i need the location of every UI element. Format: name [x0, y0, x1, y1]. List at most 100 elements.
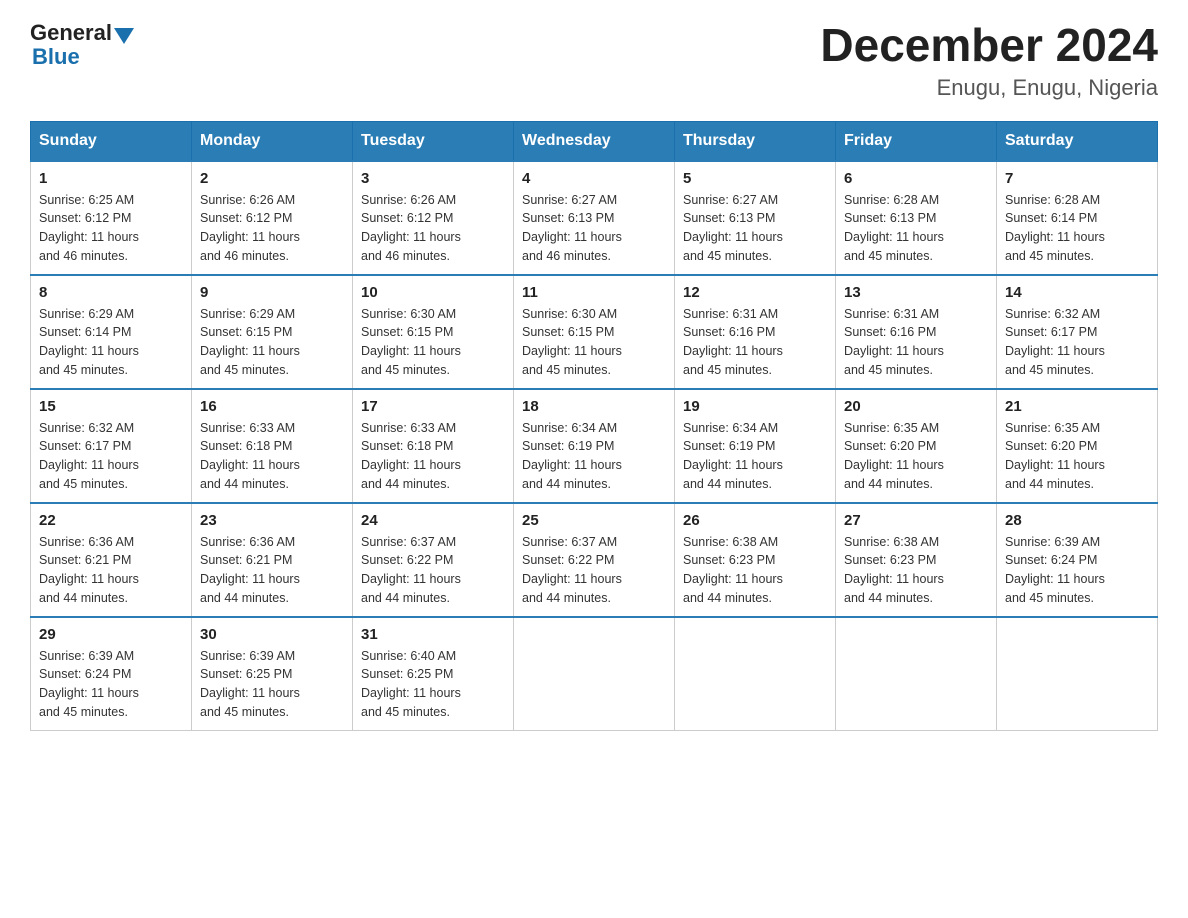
calendar-week-row: 8 Sunrise: 6:29 AM Sunset: 6:14 PM Dayli…	[31, 275, 1158, 389]
calendar-cell: 3 Sunrise: 6:26 AM Sunset: 6:12 PM Dayli…	[353, 161, 514, 275]
day-info: Sunrise: 6:29 AM Sunset: 6:15 PM Dayligh…	[200, 305, 344, 380]
calendar-cell	[997, 617, 1158, 731]
calendar-cell: 27 Sunrise: 6:38 AM Sunset: 6:23 PM Dayl…	[836, 503, 997, 617]
calendar-cell: 2 Sunrise: 6:26 AM Sunset: 6:12 PM Dayli…	[192, 161, 353, 275]
day-info: Sunrise: 6:37 AM Sunset: 6:22 PM Dayligh…	[361, 533, 505, 608]
col-header-monday: Monday	[192, 121, 353, 161]
day-number: 12	[683, 284, 827, 301]
calendar-cell: 16 Sunrise: 6:33 AM Sunset: 6:18 PM Dayl…	[192, 389, 353, 503]
calendar-cell: 24 Sunrise: 6:37 AM Sunset: 6:22 PM Dayl…	[353, 503, 514, 617]
col-header-tuesday: Tuesday	[353, 121, 514, 161]
calendar-cell	[836, 617, 997, 731]
day-info: Sunrise: 6:30 AM Sunset: 6:15 PM Dayligh…	[361, 305, 505, 380]
calendar-cell: 9 Sunrise: 6:29 AM Sunset: 6:15 PM Dayli…	[192, 275, 353, 389]
calendar-cell: 15 Sunrise: 6:32 AM Sunset: 6:17 PM Dayl…	[31, 389, 192, 503]
calendar-cell: 22 Sunrise: 6:36 AM Sunset: 6:21 PM Dayl…	[31, 503, 192, 617]
day-number: 11	[522, 284, 666, 301]
day-number: 4	[522, 170, 666, 187]
day-info: Sunrise: 6:32 AM Sunset: 6:17 PM Dayligh…	[39, 419, 183, 494]
calendar-cell: 12 Sunrise: 6:31 AM Sunset: 6:16 PM Dayl…	[675, 275, 836, 389]
calendar-cell: 23 Sunrise: 6:36 AM Sunset: 6:21 PM Dayl…	[192, 503, 353, 617]
logo: General Blue	[30, 20, 134, 70]
calendar-cell: 26 Sunrise: 6:38 AM Sunset: 6:23 PM Dayl…	[675, 503, 836, 617]
day-number: 18	[522, 398, 666, 415]
page-location: Enugu, Enugu, Nigeria	[820, 75, 1158, 101]
day-info: Sunrise: 6:28 AM Sunset: 6:14 PM Dayligh…	[1005, 191, 1149, 266]
day-number: 17	[361, 398, 505, 415]
calendar-week-row: 22 Sunrise: 6:36 AM Sunset: 6:21 PM Dayl…	[31, 503, 1158, 617]
title-section: December 2024 Enugu, Enugu, Nigeria	[820, 20, 1158, 101]
day-info: Sunrise: 6:32 AM Sunset: 6:17 PM Dayligh…	[1005, 305, 1149, 380]
day-info: Sunrise: 6:36 AM Sunset: 6:21 PM Dayligh…	[39, 533, 183, 608]
day-info: Sunrise: 6:33 AM Sunset: 6:18 PM Dayligh…	[200, 419, 344, 494]
calendar-cell: 1 Sunrise: 6:25 AM Sunset: 6:12 PM Dayli…	[31, 161, 192, 275]
day-number: 27	[844, 512, 988, 529]
day-number: 6	[844, 170, 988, 187]
calendar-week-row: 1 Sunrise: 6:25 AM Sunset: 6:12 PM Dayli…	[31, 161, 1158, 275]
calendar-week-row: 29 Sunrise: 6:39 AM Sunset: 6:24 PM Dayl…	[31, 617, 1158, 731]
calendar-week-row: 15 Sunrise: 6:32 AM Sunset: 6:17 PM Dayl…	[31, 389, 1158, 503]
day-number: 10	[361, 284, 505, 301]
day-info: Sunrise: 6:40 AM Sunset: 6:25 PM Dayligh…	[361, 647, 505, 722]
day-info: Sunrise: 6:34 AM Sunset: 6:19 PM Dayligh…	[522, 419, 666, 494]
calendar-cell	[514, 617, 675, 731]
day-info: Sunrise: 6:30 AM Sunset: 6:15 PM Dayligh…	[522, 305, 666, 380]
day-info: Sunrise: 6:36 AM Sunset: 6:21 PM Dayligh…	[200, 533, 344, 608]
day-number: 22	[39, 512, 183, 529]
day-number: 8	[39, 284, 183, 301]
day-info: Sunrise: 6:34 AM Sunset: 6:19 PM Dayligh…	[683, 419, 827, 494]
day-number: 31	[361, 626, 505, 643]
calendar-cell: 31 Sunrise: 6:40 AM Sunset: 6:25 PM Dayl…	[353, 617, 514, 731]
day-info: Sunrise: 6:26 AM Sunset: 6:12 PM Dayligh…	[361, 191, 505, 266]
day-info: Sunrise: 6:33 AM Sunset: 6:18 PM Dayligh…	[361, 419, 505, 494]
calendar-cell: 25 Sunrise: 6:37 AM Sunset: 6:22 PM Dayl…	[514, 503, 675, 617]
calendar-table: SundayMondayTuesdayWednesdayThursdayFrid…	[30, 121, 1158, 731]
calendar-cell: 5 Sunrise: 6:27 AM Sunset: 6:13 PM Dayli…	[675, 161, 836, 275]
day-info: Sunrise: 6:28 AM Sunset: 6:13 PM Dayligh…	[844, 191, 988, 266]
col-header-thursday: Thursday	[675, 121, 836, 161]
day-info: Sunrise: 6:39 AM Sunset: 6:24 PM Dayligh…	[1005, 533, 1149, 608]
calendar-cell: 29 Sunrise: 6:39 AM Sunset: 6:24 PM Dayl…	[31, 617, 192, 731]
calendar-cell: 21 Sunrise: 6:35 AM Sunset: 6:20 PM Dayl…	[997, 389, 1158, 503]
calendar-cell: 7 Sunrise: 6:28 AM Sunset: 6:14 PM Dayli…	[997, 161, 1158, 275]
day-number: 25	[522, 512, 666, 529]
day-info: Sunrise: 6:39 AM Sunset: 6:24 PM Dayligh…	[39, 647, 183, 722]
col-header-sunday: Sunday	[31, 121, 192, 161]
page-title: December 2024	[820, 20, 1158, 71]
calendar-header-row: SundayMondayTuesdayWednesdayThursdayFrid…	[31, 121, 1158, 161]
calendar-cell: 4 Sunrise: 6:27 AM Sunset: 6:13 PM Dayli…	[514, 161, 675, 275]
day-info: Sunrise: 6:37 AM Sunset: 6:22 PM Dayligh…	[522, 533, 666, 608]
day-number: 14	[1005, 284, 1149, 301]
day-number: 28	[1005, 512, 1149, 529]
calendar-cell: 6 Sunrise: 6:28 AM Sunset: 6:13 PM Dayli…	[836, 161, 997, 275]
calendar-cell: 19 Sunrise: 6:34 AM Sunset: 6:19 PM Dayl…	[675, 389, 836, 503]
calendar-cell: 18 Sunrise: 6:34 AM Sunset: 6:19 PM Dayl…	[514, 389, 675, 503]
logo-general-text: General	[30, 20, 112, 46]
day-info: Sunrise: 6:35 AM Sunset: 6:20 PM Dayligh…	[1005, 419, 1149, 494]
day-info: Sunrise: 6:31 AM Sunset: 6:16 PM Dayligh…	[683, 305, 827, 380]
day-info: Sunrise: 6:25 AM Sunset: 6:12 PM Dayligh…	[39, 191, 183, 266]
day-number: 21	[1005, 398, 1149, 415]
col-header-wednesday: Wednesday	[514, 121, 675, 161]
day-number: 26	[683, 512, 827, 529]
day-info: Sunrise: 6:39 AM Sunset: 6:25 PM Dayligh…	[200, 647, 344, 722]
page-header: General Blue December 2024 Enugu, Enugu,…	[30, 20, 1158, 101]
day-number: 23	[200, 512, 344, 529]
day-info: Sunrise: 6:38 AM Sunset: 6:23 PM Dayligh…	[683, 533, 827, 608]
logo-blue-text: Blue	[30, 44, 80, 70]
day-number: 16	[200, 398, 344, 415]
calendar-cell: 20 Sunrise: 6:35 AM Sunset: 6:20 PM Dayl…	[836, 389, 997, 503]
calendar-cell: 14 Sunrise: 6:32 AM Sunset: 6:17 PM Dayl…	[997, 275, 1158, 389]
day-number: 7	[1005, 170, 1149, 187]
day-info: Sunrise: 6:31 AM Sunset: 6:16 PM Dayligh…	[844, 305, 988, 380]
day-number: 20	[844, 398, 988, 415]
calendar-cell: 17 Sunrise: 6:33 AM Sunset: 6:18 PM Dayl…	[353, 389, 514, 503]
day-number: 19	[683, 398, 827, 415]
day-number: 2	[200, 170, 344, 187]
day-number: 29	[39, 626, 183, 643]
calendar-cell: 13 Sunrise: 6:31 AM Sunset: 6:16 PM Dayl…	[836, 275, 997, 389]
day-number: 30	[200, 626, 344, 643]
day-number: 13	[844, 284, 988, 301]
calendar-cell	[675, 617, 836, 731]
day-info: Sunrise: 6:26 AM Sunset: 6:12 PM Dayligh…	[200, 191, 344, 266]
